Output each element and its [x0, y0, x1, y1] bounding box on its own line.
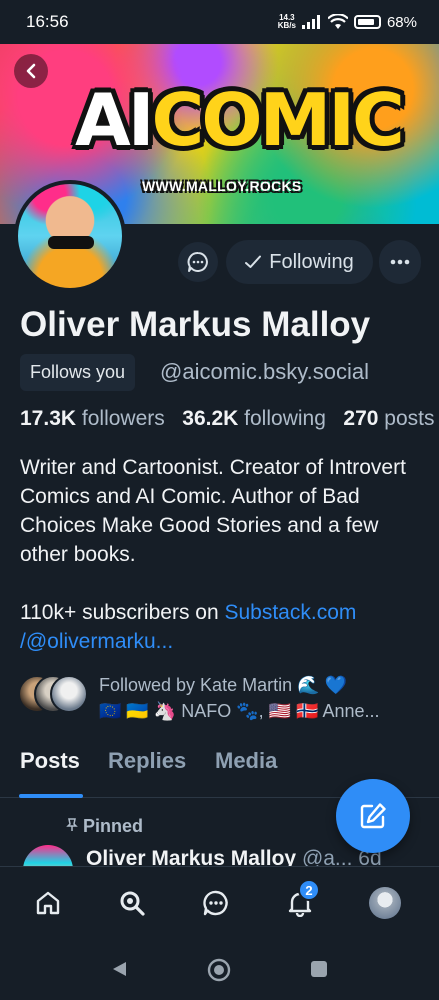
android-back-icon[interactable] — [110, 960, 128, 978]
tab-posts[interactable]: Posts — [20, 748, 80, 774]
followed-by-text[interactable]: Followed by Kate Martin 🌊 💙 🇪🇺 🇺🇦 🦄 NAFO… — [99, 672, 429, 724]
message-button[interactable] — [178, 242, 218, 282]
chat-bubble-icon — [203, 890, 228, 916]
nav-notifications[interactable]: 2 — [280, 879, 320, 923]
active-tab-indicator — [19, 794, 83, 798]
more-options-button[interactable] — [379, 240, 421, 284]
battery-level: 68% — [386, 13, 417, 31]
followers-stat[interactable]: 17.3K followers — [20, 407, 165, 430]
following-label: Following — [269, 250, 354, 273]
profile-stats: 17.3K followers 36.2K following 270 post… — [20, 407, 439, 431]
nav-profile[interactable] — [365, 883, 405, 923]
pinned-label: Pinned — [66, 816, 143, 837]
my-avatar — [369, 887, 401, 919]
signal-icon — [301, 15, 320, 29]
avatar-sunglasses — [48, 236, 94, 249]
net-speed: 14.3 KB/s — [277, 13, 296, 30]
pencil-edit-icon — [360, 803, 386, 829]
pin-icon — [66, 818, 78, 831]
banner-logo: AICOMIC — [75, 78, 405, 162]
bottom-navigation: 2 — [0, 866, 439, 938]
android-recents-icon[interactable] — [310, 960, 328, 978]
nav-search[interactable] — [112, 883, 152, 923]
following-stat[interactable]: 36.2K following — [182, 407, 326, 430]
android-home-icon[interactable] — [207, 958, 231, 982]
follows-you-badge: Follows you — [20, 354, 136, 391]
status-time: 16:56 — [26, 12, 69, 31]
known-follower-avatar — [50, 675, 88, 713]
status-bar: 16:56 14.3 KB/s 68% — [0, 0, 439, 44]
notifications-badge: 2 — [298, 879, 320, 901]
substack-link-continued[interactable]: /@olivermarku... — [20, 630, 173, 653]
nav-chat[interactable] — [196, 883, 236, 923]
compose-post-button[interactable] — [336, 779, 410, 853]
known-followers-avatars[interactable] — [18, 675, 90, 715]
bio-subscribers: 110k+ subscribers on Substack.com /@oliv… — [20, 601, 357, 653]
android-system-nav — [0, 938, 439, 1000]
banner-url: WWW.MALLOY.ROCKS — [142, 178, 302, 194]
battery-icon — [353, 15, 381, 29]
ellipsis-icon — [390, 259, 410, 265]
tab-replies[interactable]: Replies — [108, 748, 186, 774]
search-icon — [120, 891, 145, 916]
display-name: Oliver Markus Malloy — [20, 305, 371, 344]
tab-media[interactable]: Media — [215, 748, 277, 774]
profile-handle: @aicomic.bsky.social — [160, 359, 369, 384]
back-button[interactable] — [14, 54, 48, 88]
chat-bubble-icon — [187, 252, 208, 272]
profile-bio: Writer and Cartoonist. Creator of Introv… — [20, 456, 406, 566]
home-icon — [36, 891, 60, 915]
profile-avatar[interactable] — [14, 180, 126, 292]
status-icons: 14.3 KB/s 68% — [278, 14, 417, 31]
chevron-left-icon — [26, 63, 36, 79]
check-icon — [245, 255, 262, 268]
posts-stat: 270 posts — [343, 407, 435, 430]
nav-home[interactable] — [28, 883, 68, 923]
substack-link[interactable]: Substack.com — [224, 601, 356, 624]
wifi-icon — [327, 14, 348, 29]
following-button[interactable]: Following — [226, 240, 373, 284]
